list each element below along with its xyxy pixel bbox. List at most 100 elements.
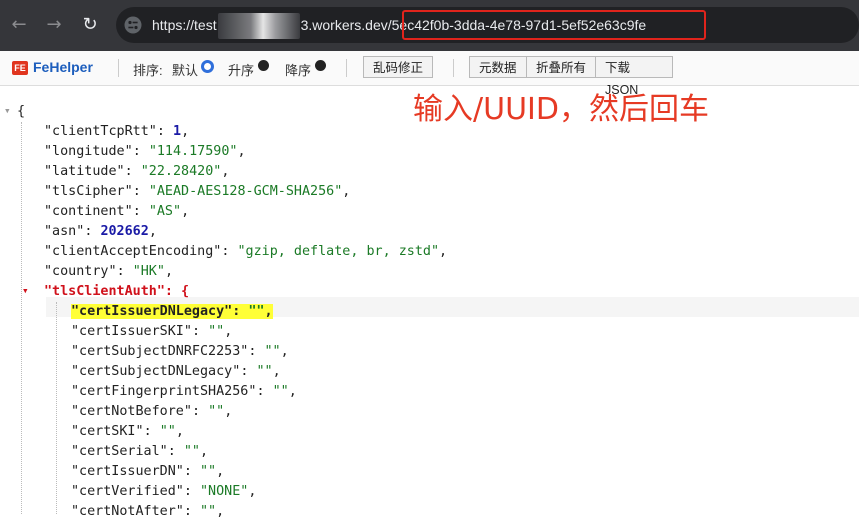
json-comma: , [439, 244, 448, 259]
url-domain: 3.workers.dev [300, 17, 388, 33]
site-info-icon[interactable] [124, 16, 142, 34]
json-value: "" [272, 384, 289, 399]
json-comma: , [288, 384, 297, 399]
fehelper-logo-icon: FE [12, 61, 28, 75]
metadata-button[interactable]: 元数据 [469, 56, 527, 78]
json-row: "certSKI": "", [71, 422, 184, 442]
sort-label: 排序: [133, 63, 163, 78]
json-key: "certVerified" [71, 484, 184, 499]
url-prefix: https://test [152, 17, 217, 33]
download-json-button[interactable]: 下载JSON [595, 56, 673, 97]
json-value: "22.28420" [140, 164, 222, 179]
json-row: "certSubjectDNRFC2253": "", [71, 342, 289, 362]
json-comma: , [216, 464, 225, 479]
json-key: "certIssuerDN" [71, 464, 184, 479]
json-colon: : [183, 504, 200, 519]
json-colon: : [191, 404, 209, 419]
json-value: "114.17590" [148, 144, 238, 159]
json-colon: : [240, 364, 257, 379]
sort-desc-radio[interactable] [315, 60, 326, 71]
json-colon: : [132, 184, 149, 199]
json-row: "certIssuerDNLegacy": "", [71, 302, 273, 322]
sort-asc-radio[interactable] [258, 60, 269, 71]
json-row: "certNotBefore": "", [71, 402, 232, 422]
sort-asc-label: 升序 [228, 63, 255, 78]
json-row: "clientAcceptEncoding": "gzip, deflate, … [44, 242, 447, 262]
json-key: "certIssuerDNLegacy" [71, 304, 233, 319]
json-comma: , [148, 224, 157, 239]
reload-icon[interactable]: ↻ [79, 12, 101, 38]
json-comma: , [280, 344, 289, 359]
json-colon: : [84, 224, 101, 239]
json-colon: : [156, 124, 173, 139]
collapse-all-button[interactable]: 折叠所有 [526, 56, 596, 78]
json-value: "" [264, 344, 281, 359]
json-colon: : [143, 424, 160, 439]
json-row: "certVerified": "NONE", [71, 482, 256, 502]
json-value: "" [159, 424, 176, 439]
json-comma: , [224, 324, 233, 339]
json-row: "certSubjectDNLegacy": "", [71, 362, 281, 382]
json-key: "clientTcpRtt" [44, 124, 157, 139]
json-comma: , [237, 144, 246, 159]
fehelper-name[interactable]: FeHelper [33, 59, 93, 75]
back-icon[interactable]: ← [8, 12, 30, 38]
json-viewer: ▾ { "clientTcpRtt": 1, "longitude": "114.… [0, 86, 859, 519]
json-colon: : [116, 264, 133, 279]
json-colon: : [132, 144, 149, 159]
json-key: "certSubjectDNRFC2253" [71, 344, 249, 359]
json-comma: , [216, 504, 225, 519]
json-key: "certSerial" [71, 444, 168, 459]
json-colon: : [232, 304, 249, 319]
json-comma: , [181, 204, 190, 219]
json-value: 202662 [100, 224, 149, 239]
collapse-arrow-icon[interactable]: ▾ [22, 284, 29, 297]
indent-guide [56, 302, 57, 514]
indent-guide [21, 122, 22, 514]
sort-default-radio[interactable] [201, 60, 214, 73]
json-colon: : [167, 444, 184, 459]
json-comma: , [164, 264, 173, 279]
divider [453, 59, 454, 77]
address-bar[interactable]: https://test 3.workers.dev/5ec42f0b-3dda-… [116, 7, 859, 43]
json-colon: : [183, 484, 200, 499]
json-key: "asn" [44, 224, 85, 239]
forward-icon[interactable]: → [43, 12, 65, 38]
json-key: "latitude" [44, 164, 125, 179]
json-row: "clientTcpRtt": 1, [44, 122, 189, 142]
json-row: "certFingerprintSHA256": "", [71, 382, 297, 402]
fix-encoding-button[interactable]: 乱码修正 [363, 56, 433, 78]
json-key: "certSubjectDNLegacy" [71, 364, 241, 379]
json-comma: , [200, 444, 209, 459]
json-key-tlsClientAuth[interactable]: "tlsClientAuth": { [44, 282, 189, 302]
json-comma: , [175, 424, 184, 439]
json-key: "longitude" [44, 144, 133, 159]
divider [346, 59, 347, 77]
json-open-brace: { [17, 104, 26, 119]
json-value: "" [208, 404, 225, 419]
browser-toolbar: ← → ↻ https://test 3.workers.dev/5ec42f0b… [0, 0, 859, 51]
json-comma: , [221, 164, 230, 179]
json-value: "" [208, 324, 225, 339]
json-colon: : [191, 324, 209, 339]
divider [118, 59, 119, 77]
json-row: "longitude": "114.17590", [44, 142, 246, 162]
json-row: "country": "HK", [44, 262, 173, 282]
json-row: "certSerial": "", [71, 442, 208, 462]
fehelper-toolbar: FE FeHelper 排序: 默认 升序 降序 乱码修正 元数据 折叠所有 下… [0, 51, 859, 97]
json-value: "HK" [132, 264, 165, 279]
json-row: "asn": 202662, [44, 222, 157, 242]
json-key: "certSKI" [71, 424, 144, 439]
json-row: "certIssuerDN": "", [71, 462, 224, 482]
collapse-arrow-icon[interactable]: ▾ [4, 104, 11, 117]
json-key: "continent" [44, 204, 133, 219]
json-colon: : [132, 204, 149, 219]
json-value: "" [200, 504, 217, 519]
json-comma: , [342, 184, 351, 199]
json-row: "continent": "AS", [44, 202, 189, 222]
json-row: "tlsCipher": "AEAD-AES128-GCM-SHA256", [44, 182, 350, 202]
json-value: "" [183, 444, 200, 459]
json-comma: , [272, 364, 281, 379]
json-value: "" [200, 464, 217, 479]
json-colon: : [248, 344, 265, 359]
